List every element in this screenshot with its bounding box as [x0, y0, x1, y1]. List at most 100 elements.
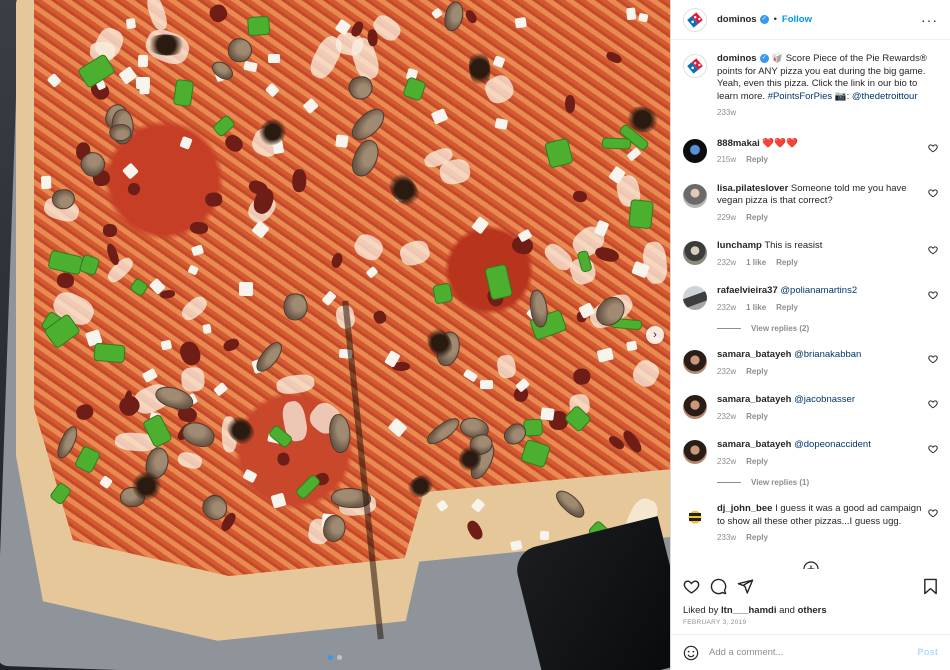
comment-like-heart-icon[interactable] — [928, 354, 938, 364]
comment-reply-button[interactable]: Reply — [746, 154, 768, 167]
commenter-avatar[interactable] — [683, 241, 707, 265]
pizza-topping — [201, 323, 212, 335]
post-date[interactable]: FEBRUARY 3, 2019 — [683, 619, 746, 626]
post-comment-button[interactable]: Post — [917, 647, 938, 658]
likes-user[interactable]: ltn___hamdi — [721, 605, 776, 616]
post-image[interactable]: › — [0, 0, 670, 670]
view-replies-button[interactable]: View replies (2) — [717, 324, 938, 333]
comment-mention[interactable]: @jacobnasser — [794, 394, 855, 405]
comment-like-heart-icon[interactable] — [928, 290, 938, 300]
comment-time[interactable]: 229w — [717, 212, 736, 225]
comment-like-count[interactable]: 1 like — [746, 302, 766, 315]
commenter-avatar[interactable] — [683, 350, 707, 374]
comment-mention[interactable]: @polianamartins2 — [780, 285, 857, 296]
next-image-button[interactable]: › — [646, 326, 664, 344]
pizza-topping — [92, 343, 126, 365]
pizza-topping — [539, 531, 550, 541]
comment-time[interactable]: 232w — [717, 257, 736, 270]
pizza-topping — [40, 175, 52, 189]
carousel-dot — [337, 655, 342, 660]
commenter-avatar[interactable] — [683, 440, 707, 464]
comment-like-heart-icon[interactable] — [928, 508, 938, 518]
comment-time[interactable]: 232w — [717, 411, 736, 424]
view-replies-button[interactable]: View replies (1) — [717, 478, 938, 487]
comment-reply-button[interactable]: Reply — [746, 212, 768, 225]
comment-mention[interactable]: @brianakabban — [794, 349, 861, 360]
commenter-avatar[interactable] — [683, 286, 707, 310]
emoji-button[interactable] — [683, 645, 699, 661]
comment-body: lisa.pilateslover Someone told me you ha… — [717, 183, 929, 225]
comment-username[interactable]: 888makai — [717, 138, 760, 149]
caption: dominos ✓ 🥡 Score Piece of the Pie Reward… — [683, 53, 938, 120]
comment-username[interactable]: lunchamp — [717, 240, 762, 251]
pizza-topping — [246, 15, 271, 37]
share-icon — [737, 578, 754, 594]
commenter-avatar[interactable] — [683, 183, 707, 208]
comment-meta: 232w Reply — [717, 366, 929, 379]
comment-time[interactable]: 232w — [717, 302, 736, 315]
load-more-comments-button[interactable] — [683, 560, 938, 569]
commenter-avatar[interactable] — [683, 395, 707, 419]
heart-icon — [683, 579, 700, 594]
comments-section[interactable]: dominos ✓ 🥡 Score Piece of the Pie Reward… — [671, 41, 950, 569]
comment-like-heart-icon[interactable] — [928, 444, 938, 454]
comment-like-heart-icon[interactable] — [928, 188, 938, 198]
comment-reply-button[interactable]: Reply — [776, 257, 798, 270]
pizza-topping — [494, 117, 509, 131]
comment-like-heart-icon[interactable] — [928, 399, 938, 409]
comment-reply-button[interactable]: Reply — [746, 411, 768, 424]
comment-mention[interactable]: @dopeonaccident — [794, 439, 871, 450]
share-button[interactable] — [737, 578, 754, 595]
comment-like-heart-icon[interactable] — [928, 245, 938, 255]
pizza-topping — [431, 282, 454, 305]
caption-avatar[interactable] — [683, 54, 707, 78]
save-button[interactable] — [923, 578, 938, 595]
comment-body: 888makai ❤️❤️❤️ 215w Reply — [717, 138, 929, 167]
caption-username[interactable]: dominos — [717, 53, 757, 64]
comment-text: This is reasist — [761, 240, 823, 251]
comment-time[interactable]: 232w — [717, 366, 736, 379]
comment-row: lisa.pilateslover Someone told me you ha… — [683, 183, 938, 225]
comment-time[interactable]: 232w — [717, 456, 736, 469]
header-username[interactable]: dominos — [717, 14, 757, 25]
comment-row: dj_john_bee I guess it was a good ad cam… — [683, 503, 938, 545]
comment-reply-button[interactable]: Reply — [746, 456, 768, 469]
comment-row: samara_batayeh @brianakabban 232w Reply — [683, 349, 938, 378]
caption-mention[interactable]: @thedetroittour — [852, 91, 918, 102]
pizza-topping — [514, 17, 527, 29]
instagram-post: › dominos ✓ • Follow ··· dominos ✓ 🥡 Sco… — [0, 0, 950, 670]
comment-reply-button[interactable]: Reply — [776, 302, 798, 315]
more-options-icon[interactable]: ··· — [921, 13, 938, 27]
comment-username[interactable]: samara_batayeh — [717, 394, 791, 405]
view-replies-label: View replies (2) — [751, 324, 810, 333]
comment-username[interactable]: lisa.pilateslover — [717, 183, 788, 194]
caption-time[interactable]: 233w — [717, 107, 736, 120]
comment-like-count[interactable]: 1 like — [746, 257, 766, 270]
comment-time[interactable]: 233w — [717, 532, 736, 545]
comment-time[interactable]: 215w — [717, 154, 736, 167]
dominos-logo-icon — [687, 11, 703, 28]
pizza-topping — [238, 282, 254, 297]
view-replies-label: View replies (1) — [751, 478, 810, 487]
likes-prefix: Liked by — [683, 605, 722, 616]
comment-button[interactable] — [710, 578, 727, 595]
commenter-avatar[interactable] — [683, 504, 707, 528]
comment-username[interactable]: samara_batayeh — [717, 439, 791, 450]
comment-username[interactable]: rafaelvieira37 — [717, 285, 778, 296]
dominos-avatar[interactable] — [683, 7, 707, 32]
comment-reply-button[interactable]: Reply — [746, 532, 768, 545]
comment-reply-button[interactable]: Reply — [746, 366, 768, 379]
comment-body: rafaelvieira37 @polianamartins2 232w 1 lik… — [717, 285, 929, 314]
carousel-dot — [328, 655, 333, 660]
follow-button[interactable]: Follow — [782, 14, 812, 25]
pizza-topping — [173, 79, 195, 107]
pizza-topping — [180, 366, 206, 392]
caption-hashtag[interactable]: #PointsForPies — [768, 91, 832, 102]
like-button[interactable] — [683, 578, 700, 595]
comment-like-heart-icon[interactable] — [928, 143, 938, 153]
comment-input[interactable] — [709, 647, 918, 658]
comment-username[interactable]: dj_john_bee — [717, 503, 772, 514]
likes-others[interactable]: others — [798, 605, 827, 616]
commenter-avatar[interactable] — [683, 138, 707, 163]
comment-username[interactable]: samara_batayeh — [717, 349, 791, 360]
